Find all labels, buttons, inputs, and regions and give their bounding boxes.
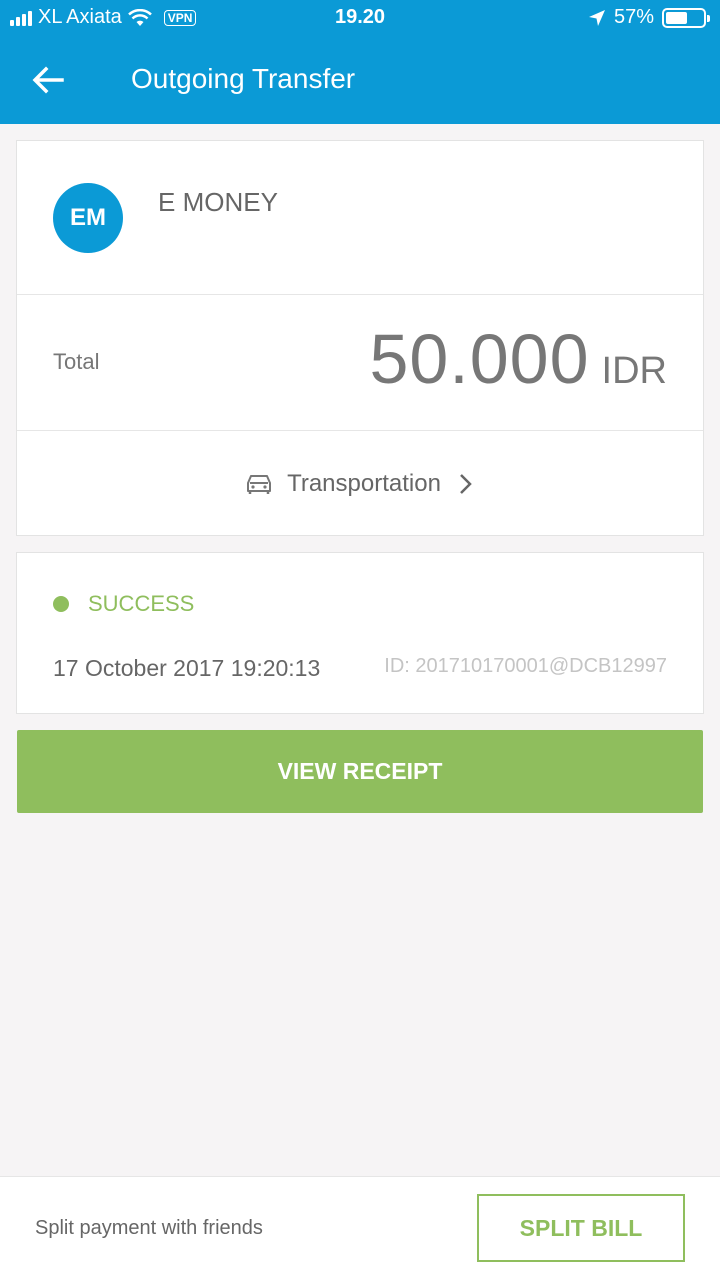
chevron-right-icon bbox=[460, 473, 472, 494]
recipient-name: E MONEY bbox=[158, 187, 278, 217]
bottom-bar: Split payment with friends SPLIT BILL bbox=[0, 1176, 720, 1280]
battery-percent: 57% bbox=[613, 6, 654, 28]
app-header: Outgoing Transfer bbox=[0, 36, 720, 124]
transaction-status-card: SUCCESS 17 October 2017 19:20:13 ID: 201… bbox=[16, 552, 704, 714]
split-payment-text: Split payment with friends bbox=[35, 1217, 263, 1239]
category-label: Transportation bbox=[287, 469, 441, 497]
location-arrow-icon bbox=[588, 9, 605, 26]
status-badge: SUCCESS bbox=[88, 591, 195, 616]
car-icon bbox=[247, 474, 272, 494]
split-bill-button[interactable]: SPLIT BILL bbox=[477, 1194, 685, 1262]
transfer-summary-card: EM E MONEY Total 50.000 IDR Transportati… bbox=[16, 140, 704, 536]
battery-icon bbox=[662, 7, 710, 28]
back-button[interactable] bbox=[28, 62, 68, 98]
status-bar: XL Axiata VPN 19.20 57% bbox=[0, 0, 720, 36]
category-selector[interactable]: Transportation bbox=[17, 431, 703, 536]
battery-fill bbox=[666, 11, 687, 24]
amount-currency: IDR bbox=[601, 350, 667, 392]
total-amount: 50.000 IDR bbox=[369, 319, 667, 399]
status-right: 57% bbox=[588, 6, 710, 29]
status-dot-icon bbox=[53, 596, 69, 612]
amount-value: 50.000 bbox=[369, 320, 590, 398]
transaction-date: 17 October 2017 19:20:13 bbox=[53, 655, 321, 681]
arrow-left-icon bbox=[32, 66, 64, 94]
total-label: Total bbox=[53, 349, 100, 374]
divider bbox=[17, 294, 703, 295]
view-receipt-button[interactable]: VIEW RECEIPT bbox=[17, 730, 703, 813]
page-title: Outgoing Transfer bbox=[131, 63, 356, 94]
avatar: EM bbox=[53, 183, 123, 253]
transaction-id: ID: 201710170001@DCB12997 bbox=[384, 655, 667, 677]
